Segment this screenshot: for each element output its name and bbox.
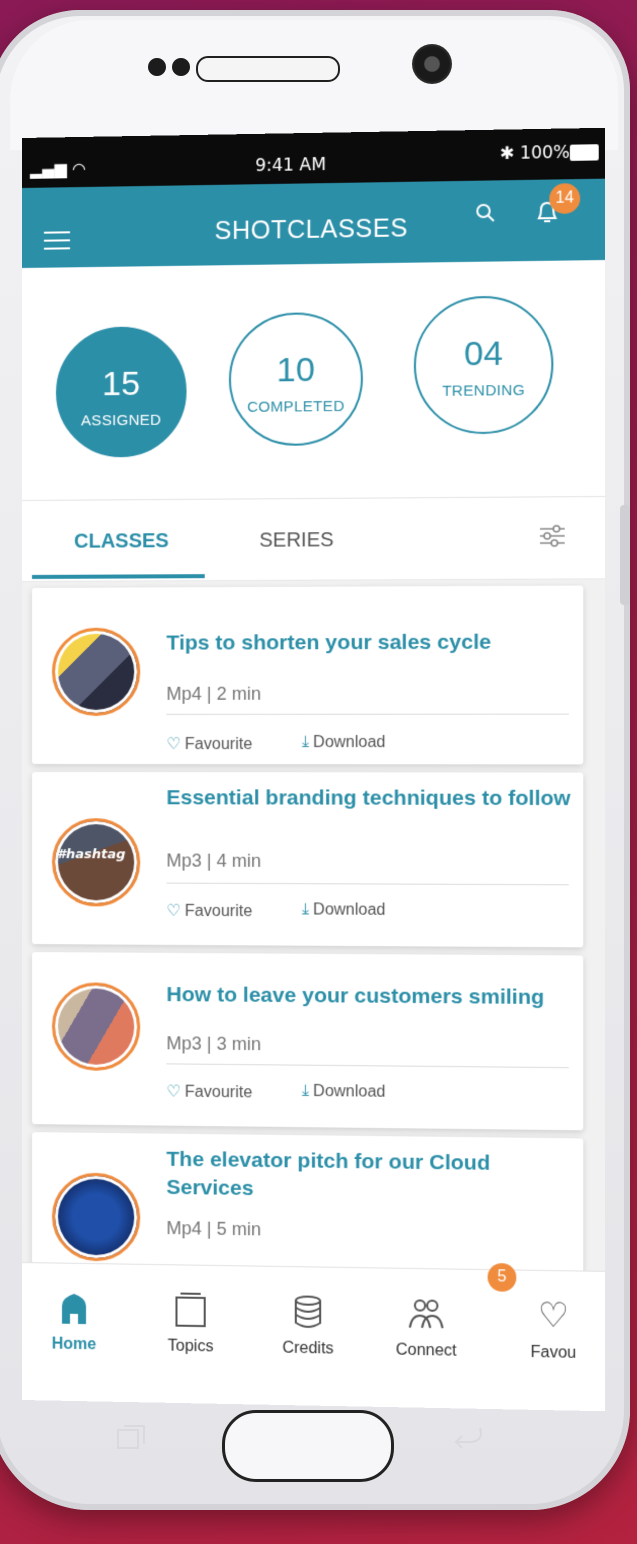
nav-favourites[interactable]: ♡ Favou	[502, 1270, 605, 1363]
sensor-dot	[172, 58, 190, 76]
download-icon: ⤓	[301, 733, 310, 752]
stats-panel: 15 ASSIGNED 10 COMPLETED 04 TRENDING	[22, 260, 605, 498]
earpiece-speaker	[196, 56, 340, 82]
nav-label: Favou	[530, 1343, 577, 1362]
status-time: 9:41 AM	[255, 154, 327, 177]
favourite-label: Favourite	[184, 902, 253, 921]
list-item[interactable]: How to leave your customers smiling Mp3 …	[31, 952, 584, 1131]
nav-connect[interactable]: Connect	[375, 1268, 477, 1361]
nav-label: Credits	[282, 1339, 334, 1358]
download-label: Download	[313, 901, 386, 919]
download-icon: ⤓	[301, 901, 310, 919]
notification-badge: 14	[549, 183, 581, 215]
class-thumbnail	[51, 1172, 141, 1262]
heart-icon: ♡	[166, 1083, 181, 1101]
connect-badge: 5	[487, 1263, 517, 1292]
recent-apps-icon[interactable]	[116, 1424, 146, 1450]
people-icon	[408, 1295, 445, 1332]
battery-text: 100%	[519, 142, 570, 164]
battery-percent: ✱ 100%	[499, 142, 570, 165]
app-header: SHOTCLASSES 14	[22, 178, 605, 268]
stat-value: 04	[464, 334, 503, 374]
download-icon: ⤓	[301, 1082, 310, 1100]
favourite-label: Favourite	[184, 735, 253, 754]
class-title: Essential branding techniques to follow	[166, 786, 571, 811]
class-thumbnail	[51, 982, 141, 1072]
status-bar: ▂▄▆ ◠ 9:41 AM ✱ 100%	[22, 127, 605, 188]
nav-credits[interactable]: Credits	[257, 1267, 359, 1359]
download-button[interactable]: ⤓ Download	[302, 734, 386, 752]
bottom-navigation: Home Topics Credits Connect ♡ Favou	[22, 1262, 605, 1412]
app-title: SHOTCLASSES	[214, 214, 408, 246]
stat-label: ASSIGNED	[81, 411, 162, 430]
stat-assigned[interactable]: 15 ASSIGNED	[55, 326, 187, 458]
class-title: The elevator pitch for our Cloud Service…	[166, 1147, 491, 1201]
battery-icon	[569, 144, 599, 161]
nav-topics[interactable]: Topics	[140, 1265, 241, 1357]
thumbnail-text: #hashtag	[56, 847, 126, 863]
nav-label: Topics	[167, 1337, 214, 1356]
front-camera	[412, 44, 452, 84]
signal-wifi-icon: ▂▄▆ ◠	[29, 158, 87, 179]
class-list: Tips to shorten your sales cycle Mp4 | 2…	[22, 579, 605, 1302]
download-button[interactable]: ⤓ Download	[302, 901, 386, 920]
nav-label: Connect	[395, 1341, 457, 1360]
filter-icon[interactable]	[539, 524, 566, 549]
stat-completed[interactable]: 10 COMPLETED	[228, 311, 363, 447]
class-thumbnail	[51, 627, 141, 716]
favourite-button[interactable]: ♡ Favourite	[166, 1081, 252, 1102]
search-icon[interactable]	[475, 203, 496, 224]
side-button[interactable]	[620, 505, 630, 605]
class-meta: Mp4 | 5 min	[166, 1218, 262, 1240]
home-button[interactable]	[222, 1410, 394, 1482]
divider	[166, 882, 569, 886]
class-title: How to leave your customers smiling	[166, 983, 545, 1010]
heart-icon: ♡	[166, 902, 181, 920]
tab-bar: CLASSES SERIES	[22, 495, 605, 582]
download-label: Download	[313, 1082, 386, 1101]
stat-value: 10	[276, 350, 315, 390]
divider	[166, 713, 569, 715]
class-title: Tips to shorten your sales cycle	[166, 630, 492, 655]
topics-icon	[172, 1291, 208, 1328]
home-icon	[61, 1293, 87, 1325]
active-tab-indicator	[31, 574, 205, 579]
download-label: Download	[313, 733, 386, 752]
nav-home[interactable]: Home	[24, 1263, 124, 1355]
divider	[166, 1063, 569, 1069]
heart-icon: ♡	[166, 735, 181, 754]
back-icon[interactable]	[452, 1424, 486, 1452]
favourite-button[interactable]: ♡ Favourite	[166, 901, 252, 922]
tab-classes[interactable]: CLASSES	[74, 530, 169, 554]
download-button[interactable]: ⤓ Download	[302, 1083, 386, 1102]
sensor-dot	[148, 58, 166, 76]
favourite-label: Favourite	[184, 1083, 253, 1102]
list-item[interactable]: Tips to shorten your sales cycle Mp4 | 2…	[31, 585, 584, 765]
stat-value: 15	[102, 364, 141, 404]
class-meta: Mp3 | 3 min	[166, 1033, 262, 1055]
app-screen: ▂▄▆ ◠ 9:41 AM ✱ 100% SHOTCLASSES 14 15 A…	[22, 127, 605, 1412]
credits-icon	[290, 1293, 327, 1330]
class-thumbnail: #hashtag	[51, 818, 141, 907]
list-item[interactable]: #hashtag Essential branding techniques t…	[31, 772, 584, 948]
favourite-button[interactable]: ♡ Favourite	[166, 734, 252, 754]
stat-label: TRENDING	[442, 381, 525, 400]
tab-series[interactable]: SERIES	[259, 529, 333, 553]
class-meta: Mp3 | 4 min	[166, 850, 262, 871]
phone-device: ▂▄▆ ◠ 9:41 AM ✱ 100% SHOTCLASSES 14 15 A…	[0, 0, 637, 1544]
stat-trending[interactable]: 04 TRENDING	[413, 295, 554, 435]
stat-label: COMPLETED	[247, 397, 345, 416]
class-meta: Mp4 | 2 min	[166, 683, 262, 704]
nav-label: Home	[51, 1335, 97, 1354]
heart-icon: ♡	[537, 1296, 570, 1336]
